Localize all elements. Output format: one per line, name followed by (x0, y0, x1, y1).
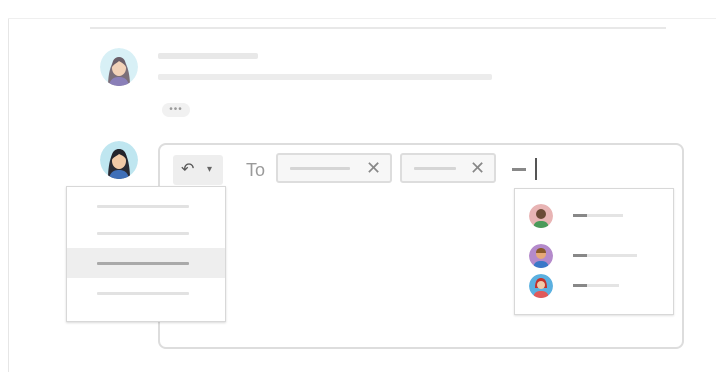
remove-recipient-icon[interactable]: ✕ (470, 157, 485, 179)
suggestion-name-line (587, 284, 619, 287)
suggestion-name-initial (573, 284, 587, 287)
recipient-chip-name (290, 167, 350, 170)
menu-item-forward[interactable] (67, 248, 225, 278)
recipient-suggestions (514, 188, 674, 315)
suggestion-name-initial (573, 254, 587, 257)
reply-type-menu (66, 186, 226, 322)
to-label: To (246, 160, 266, 180)
menu-item-reply-all[interactable] (67, 218, 225, 248)
suggestion-name-initial (573, 214, 587, 217)
reply-author-avatar[interactable] (100, 141, 138, 179)
menu-item-reply[interactable] (67, 191, 225, 221)
recipient-chip[interactable]: ✕ (400, 153, 496, 183)
person-blue-shirt-avatar (529, 244, 553, 268)
recipient-chip[interactable]: ✕ (276, 153, 392, 183)
thread-divider (90, 27, 666, 29)
sender-avatar[interactable] (100, 48, 138, 86)
message-sender-line (158, 53, 258, 59)
suggestion-name-line (587, 254, 637, 257)
message-snippet-line (158, 74, 492, 80)
suggestion-item[interactable] (515, 271, 673, 301)
suggestion-item[interactable] (515, 241, 673, 271)
person-red-hair-avatar (529, 274, 553, 298)
thread-frame-left-edge (8, 18, 9, 372)
thread-frame-top-edge (8, 18, 716, 19)
reply-type-button[interactable]: ↶ ▾ (173, 155, 223, 185)
remove-recipient-icon[interactable]: ✕ (366, 157, 381, 179)
show-trimmed-content-button[interactable]: ••• (162, 103, 190, 117)
suggestion-item[interactable] (515, 201, 673, 231)
suggestion-name-line (587, 214, 623, 217)
recipient-chip-name (414, 167, 456, 170)
caret-down-icon: ▾ (207, 164, 213, 175)
typed-recipient-text (512, 168, 526, 171)
reply-icon: ↶ (181, 161, 195, 178)
menu-item-edit-subject[interactable] (67, 278, 225, 308)
person-green-shirt-avatar (529, 204, 553, 228)
text-cursor (535, 158, 537, 180)
